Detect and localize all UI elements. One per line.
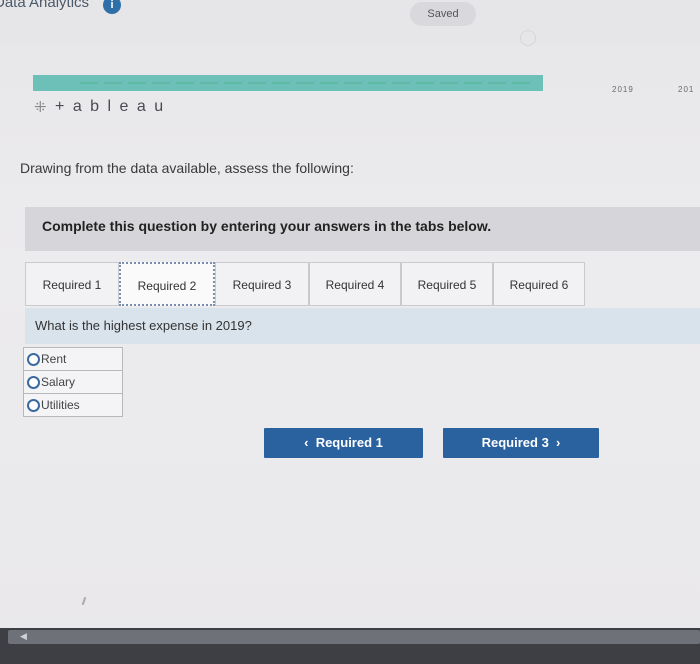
year-label: 2019 xyxy=(612,85,634,94)
loading-indicator-icon xyxy=(520,30,536,46)
tableau-logo-text: + a b l e a u xyxy=(55,98,166,115)
option-utilities[interactable]: Utilities xyxy=(23,393,123,417)
top-bar: Data Analytics i Saved xyxy=(0,0,700,46)
prev-required-button[interactable]: ‹ Required 1 xyxy=(264,428,423,458)
option-salary[interactable]: Salary xyxy=(23,370,123,394)
stray-mark xyxy=(81,596,87,606)
chevron-left-icon: ‹ xyxy=(304,435,309,450)
info-badge-icon[interactable]: i xyxy=(103,0,121,14)
saved-status: Saved xyxy=(410,2,476,26)
scrollbar-track[interactable]: ◀ xyxy=(8,630,700,644)
prompt-text: Drawing from the data available, assess … xyxy=(20,160,354,176)
next-required-button[interactable]: Required 3 › xyxy=(443,428,599,458)
tab-required-6[interactable]: Required 6 xyxy=(493,262,585,306)
answer-options: Rent Salary Utilities xyxy=(23,347,123,417)
tab-required-3[interactable]: Required 3 xyxy=(215,262,309,306)
tab-required-1[interactable]: Required 1 xyxy=(25,262,119,306)
question-band: What is the highest expense in 2019? xyxy=(25,308,700,344)
tableau-logo-icon: ⁜ xyxy=(34,99,47,116)
next-button-label: Required 3 xyxy=(481,435,549,450)
tableau-logo: ⁜ + a b l e a u xyxy=(34,98,165,116)
bottom-scrollbar[interactable]: ◀ xyxy=(0,628,700,664)
chevron-right-icon: › xyxy=(556,435,561,450)
tab-required-2[interactable]: Required 2 xyxy=(119,262,215,306)
progress-bar-texture xyxy=(80,82,530,84)
question-text: What is the highest expense in 2019? xyxy=(35,318,252,333)
option-label: Salary xyxy=(41,375,76,389)
option-label: Rent xyxy=(41,352,67,366)
instruction-box: Complete this question by entering your … xyxy=(25,207,700,251)
year-label: 201 xyxy=(678,85,695,94)
app-title: Data Analytics xyxy=(0,0,90,11)
radio-button-icon[interactable] xyxy=(27,353,40,367)
radio-button-icon[interactable] xyxy=(27,399,40,413)
instruction-text: Complete this question by entering your … xyxy=(42,218,492,234)
option-label: Utilities xyxy=(41,398,80,412)
option-rent[interactable]: Rent xyxy=(23,347,123,371)
radio-button-icon[interactable] xyxy=(27,376,40,390)
tab-required-4[interactable]: Required 4 xyxy=(309,262,401,306)
scroll-left-icon[interactable]: ◀ xyxy=(20,631,27,642)
tab-required-5[interactable]: Required 5 xyxy=(401,262,493,306)
prev-button-label: Required 1 xyxy=(315,435,383,450)
tab-bar: Required 1 Required 2 Required 3 Require… xyxy=(25,262,700,308)
